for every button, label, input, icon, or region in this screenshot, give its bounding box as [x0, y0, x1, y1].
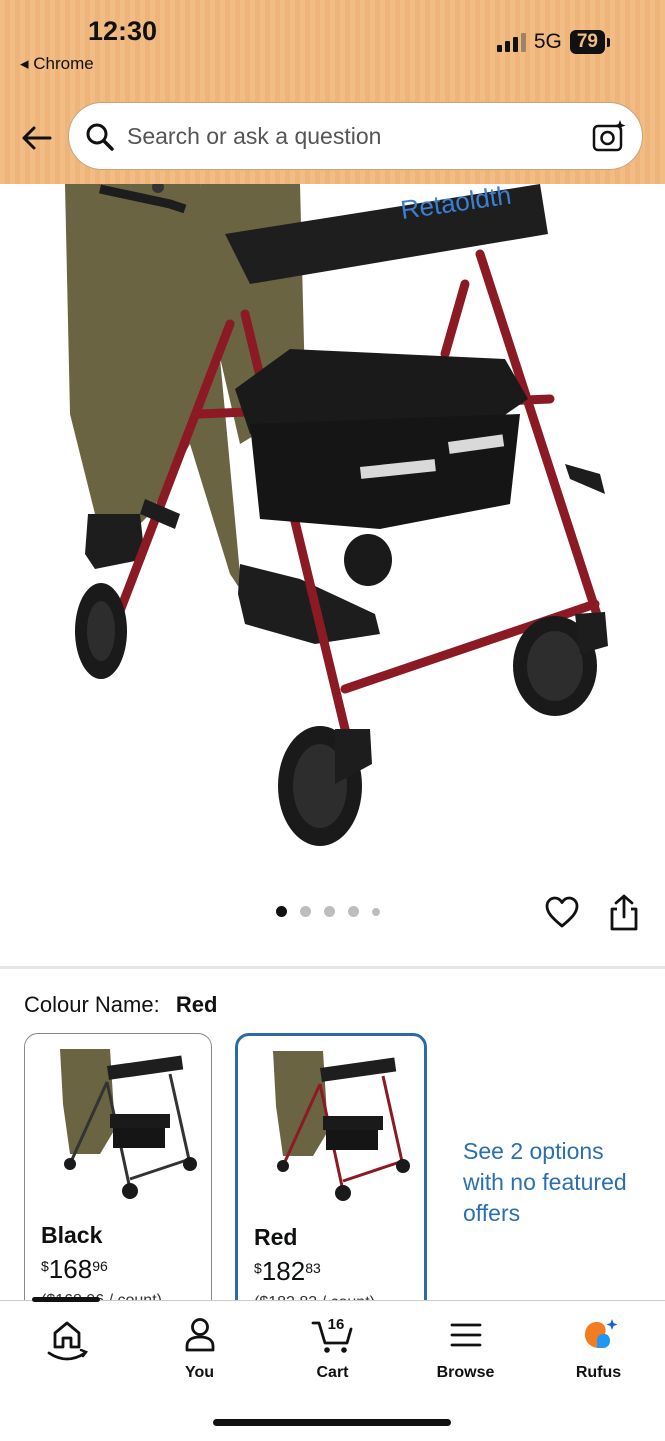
variant-name: Black [41, 1222, 103, 1248]
gallery-dot-3[interactable] [324, 906, 335, 917]
tab-label-cart: Cart [316, 1364, 349, 1381]
rufus-icon [584, 1319, 617, 1348]
home-icon [47, 1321, 88, 1361]
status-time: 12:30 [88, 16, 158, 46]
variant-card-red[interactable]: Red $18283 ($182.83 / count) [235, 1033, 427, 1323]
variant-price: $16896 [41, 1254, 108, 1284]
search-bar[interactable]: Search or ask a question [68, 102, 643, 170]
gallery-dot-1[interactable] [276, 906, 287, 917]
product-image-gallery[interactable]: Retaoldth [0, 184, 665, 884]
variant-thumbnail-red [273, 1051, 410, 1201]
search-icon [86, 123, 114, 151]
variant-thumbnail-black [60, 1049, 197, 1199]
tab-rufus[interactable]: Rufus [532, 1315, 665, 1382]
tab-label-rufus: Rufus [575, 1364, 622, 1381]
back-arrow-icon[interactable] [18, 120, 54, 156]
see-more-options-link[interactable]: See 2 options with no featured offers [463, 1136, 643, 1229]
signal-icon [496, 32, 526, 52]
gallery-dot-2[interactable] [300, 906, 311, 917]
tab-label-you: You [184, 1364, 215, 1381]
section-divider [0, 966, 665, 969]
gallery-dot-5[interactable] [372, 907, 380, 916]
rollator-walker-image: Retaoldth [65, 184, 608, 846]
back-to-chrome-link[interactable]: ◂ Chrome [20, 54, 94, 74]
gallery-pagination[interactable] [276, 906, 380, 917]
heart-icon[interactable] [544, 895, 580, 931]
colour-name-row: Colour Name: Red [24, 992, 217, 1018]
app-header: 12:30 ◂ Chrome 5G 79 Search or ask a que… [0, 0, 665, 184]
colour-label: Colour Name: [24, 992, 160, 1017]
camera-search-icon[interactable] [590, 117, 628, 155]
tab-home[interactable] [0, 1315, 133, 1376]
network-type: 5G [533, 30, 562, 53]
status-indicators: 5G 79 [496, 30, 611, 54]
search-input[interactable]: Search or ask a question [127, 123, 381, 150]
cart-icon: 16 [311, 1316, 352, 1353]
gallery-dot-4[interactable] [348, 906, 359, 917]
tab-label-browse: Browse [436, 1364, 495, 1381]
variant-price: $18283 [254, 1256, 321, 1286]
share-icon[interactable] [607, 893, 641, 933]
variant-name: Red [254, 1224, 298, 1250]
tab-browse[interactable]: Browse [399, 1315, 532, 1382]
colour-selected-value: Red [175, 992, 218, 1017]
menu-icon [450, 1323, 481, 1347]
tab-cart[interactable]: 16 Cart [266, 1315, 399, 1382]
variant-card-black[interactable]: Black $16896 ($168.96 / count) [24, 1033, 212, 1323]
cart-count-badge: 16 [327, 1316, 344, 1333]
tab-you[interactable]: You [133, 1315, 266, 1382]
battery-icon: 79 [569, 30, 611, 54]
active-tab-indicator [32, 1297, 100, 1302]
person-icon [185, 1318, 214, 1352]
home-indicator [213, 1419, 451, 1426]
